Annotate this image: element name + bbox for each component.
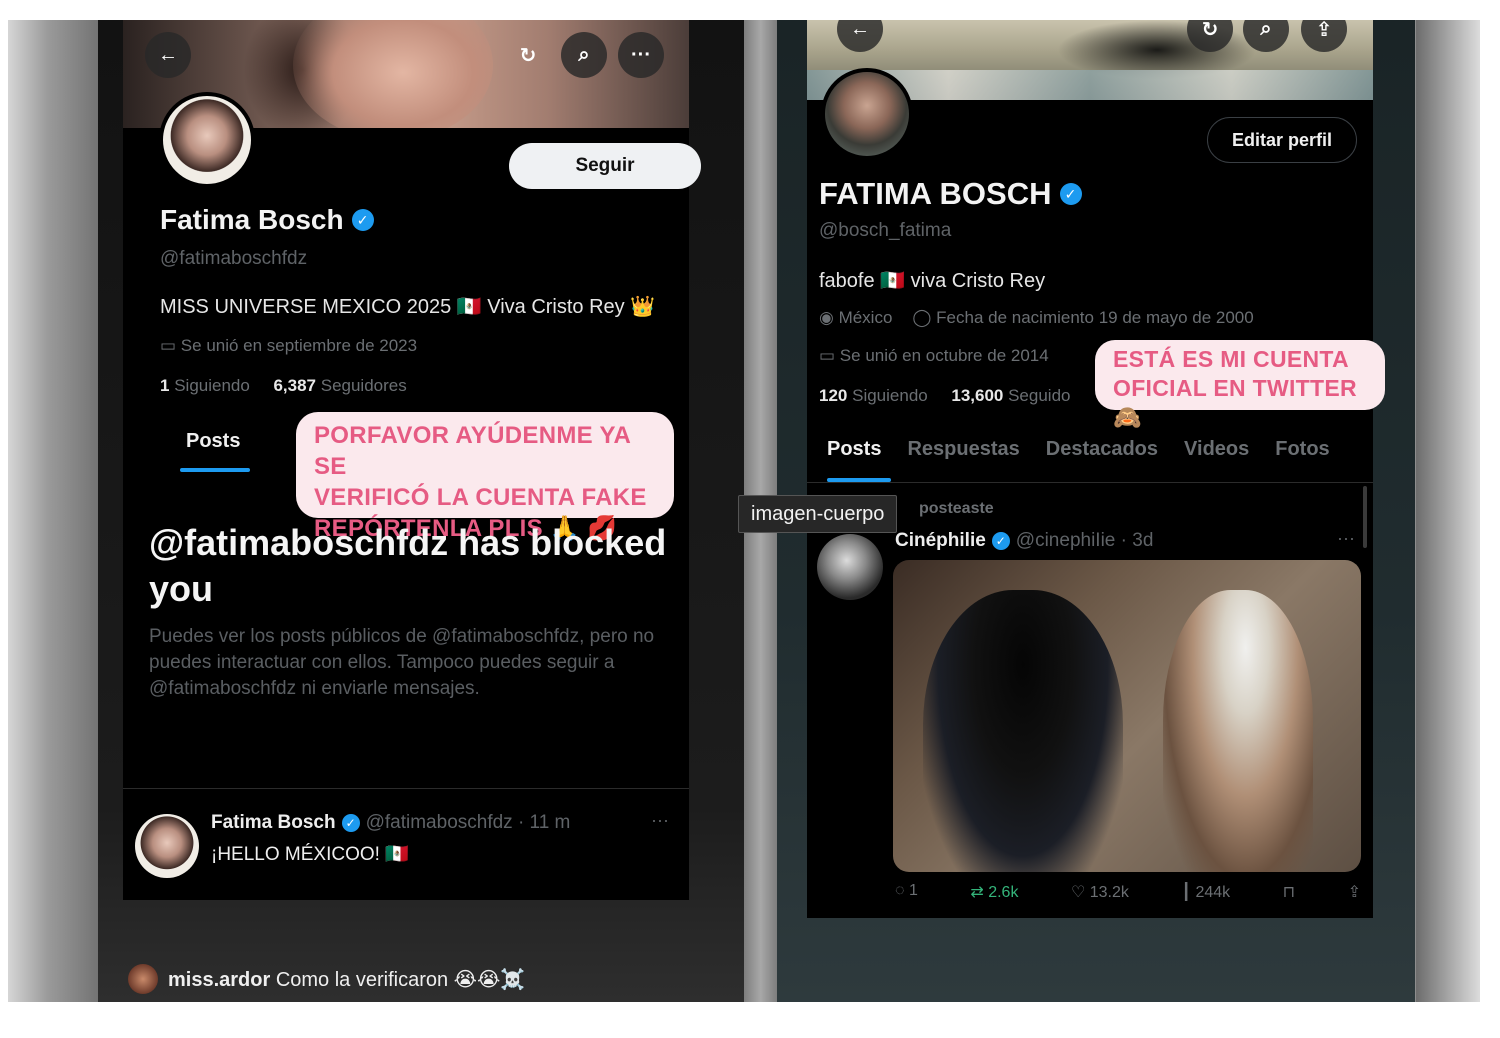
more-options-icon[interactable]: ··· bbox=[618, 32, 664, 78]
instagram-comment: miss.ardor Como la verificaron 😭😭☠️ bbox=[128, 964, 525, 994]
page: ← ↻ ⌕ ··· Seguir Fatima Bosch ✓ @fatimab… bbox=[0, 0, 1500, 1038]
post-text: ¡HELLO MÉXICOO! 🇲🇽 bbox=[211, 844, 409, 865]
instagram-text-sticker: ESTÁ ES MI CUENTA OFICIAL EN TWITTER 🙈 bbox=[1095, 340, 1385, 430]
post-header: Fatima Bosch ✓ @fatimaboschfdz · 11 m bbox=[211, 812, 570, 834]
tab-posts[interactable]: Posts bbox=[827, 438, 881, 461]
post-meta: @fatimaboschfdz · 11 m bbox=[365, 812, 571, 833]
tab-highlights[interactable]: Destacados bbox=[1046, 438, 1158, 461]
repost-count: 2.6k bbox=[988, 884, 1019, 901]
profile-name-text: FATIMA BOSCH bbox=[819, 176, 1052, 211]
location-text: México bbox=[838, 308, 893, 327]
sticker-line: OFICIAL EN TWITTER 🙈 bbox=[1113, 375, 1357, 430]
calendar-icon: ▭ bbox=[819, 346, 840, 365]
follow-button[interactable]: Seguir bbox=[509, 143, 701, 189]
reply-action[interactable]: ◌ 1 bbox=[895, 882, 918, 902]
tweet-image[interactable] bbox=[893, 560, 1361, 872]
follow-stats: 1 Siguiendo 6,387 Seguidores bbox=[160, 376, 407, 396]
tweet-author[interactable]: Cinéphilie bbox=[895, 530, 986, 552]
tweet-avatar[interactable] bbox=[817, 534, 883, 600]
like-action[interactable]: ♡ 13.2k bbox=[1071, 882, 1129, 902]
heart-icon: ♡ bbox=[1070, 884, 1090, 901]
share-icon[interactable]: ⇪ bbox=[1348, 882, 1361, 902]
blocked-description: Puedes ver los posts públicos de @fatima… bbox=[149, 626, 655, 699]
post-author[interactable]: Fatima Bosch bbox=[211, 812, 336, 834]
profile-panel: ← ↻ ⌕ ⇪ Editar perfil FATIMA BOSCH ✓ @bo… bbox=[807, 20, 1385, 918]
tab-replies[interactable]: Respuestas bbox=[907, 438, 1019, 461]
refresh-icon[interactable]: ↻ bbox=[505, 32, 551, 78]
birth-date-text: Fecha de nacimiento 19 de mayo de 2000 bbox=[936, 308, 1254, 327]
following-count: 120 bbox=[819, 386, 848, 405]
tweet-more-icon[interactable]: ··· bbox=[1337, 528, 1355, 549]
profile-meta: ◉ México ◯ Fecha de nacimiento 19 de may… bbox=[819, 308, 1254, 328]
location-pin-icon: ◉ bbox=[819, 308, 839, 327]
verified-badge-icon: ✓ bbox=[1059, 183, 1082, 205]
profile-name: FATIMA BOSCH ✓ bbox=[819, 176, 1082, 212]
comment-user[interactable]: miss.ardor bbox=[168, 969, 270, 991]
tweet-header: Cinéphilie ✓ @cinephiIie · 3d bbox=[895, 530, 1153, 552]
profile-handle: @bosch_fatima bbox=[819, 220, 952, 241]
blocked-title: @fatimaboschfdz has blocked you bbox=[149, 522, 667, 609]
bookmark-icon[interactable]: ⊓ bbox=[1283, 882, 1295, 902]
post-more-icon[interactable]: ··· bbox=[651, 810, 669, 831]
search-icon[interactable]: ⌕ bbox=[561, 32, 607, 78]
followers-count: 6,387 bbox=[273, 376, 316, 395]
comment-text: Como la verificaron 😭😭☠️ bbox=[275, 968, 526, 991]
instagram-text-sticker: PORFAVOR AYÚDENME YA SE VERIFICÓ LA CUEN… bbox=[296, 412, 674, 542]
sticker-line: ESTÁ ES MI CUENTA bbox=[1113, 346, 1349, 372]
balloon-icon: ◯ bbox=[912, 308, 937, 327]
tweet-actions: ◌ 1 ⇄ 2.6k ♡ 13.2k ┃ 244k ⊓ ⇪ bbox=[895, 882, 1361, 902]
sticker-line: VERIFICÓ LA CUENTA FAKE bbox=[314, 484, 647, 511]
sticker-line: PORFAVOR AYÚDENME YA SE bbox=[314, 422, 631, 480]
avatar[interactable] bbox=[159, 92, 255, 188]
following-count: 1 bbox=[160, 376, 170, 395]
reply-count: 1 bbox=[908, 882, 918, 899]
following-label[interactable]: Siguiendo bbox=[174, 376, 250, 395]
tab-active-indicator bbox=[180, 468, 250, 472]
profile-bio: fabofe 🇲🇽 viva Cristo Rey bbox=[819, 270, 1046, 292]
profile-panel: Seguir Fatima Bosch ✓ @fatimaboschfdz MI… bbox=[123, 92, 701, 900]
followers-label[interactable]: Seguidores bbox=[321, 376, 407, 395]
joined-date-text: Se unió en septiembre de 2023 bbox=[180, 336, 418, 355]
followers-count: 13,600 bbox=[951, 386, 1004, 405]
tab-posts[interactable]: Posts bbox=[186, 430, 240, 453]
edit-profile-button[interactable]: Editar perfil bbox=[1207, 117, 1357, 163]
divider bbox=[807, 482, 1373, 483]
profile-bio: MISS UNIVERSE MEXICO 2025 🇲🇽 Viva Cristo… bbox=[160, 296, 656, 318]
reply-icon: ◌ bbox=[895, 882, 909, 899]
views-count: 244k bbox=[1195, 884, 1231, 901]
followers-label[interactable]: Seguido bbox=[1008, 386, 1070, 405]
profile-tabs: Posts Respuestas Destacados Videos Fotos bbox=[827, 438, 1330, 461]
tab-photos[interactable]: Fotos bbox=[1275, 438, 1329, 461]
left-screenshot: ← ↻ ⌕ ··· Seguir Fatima Bosch ✓ @fatimab… bbox=[98, 20, 744, 1002]
follow-stats: 120 Siguiendo 13,600 Seguido bbox=[819, 386, 1070, 406]
image-tooltip: imagen-cuerpo bbox=[738, 495, 898, 533]
verified-badge-icon: ✓ bbox=[351, 209, 374, 231]
repost-label: posteaste bbox=[919, 500, 994, 517]
back-arrow-icon[interactable]: ← bbox=[145, 32, 191, 78]
bar-chart-icon: ┃ bbox=[1181, 884, 1196, 901]
commenter-avatar[interactable] bbox=[128, 964, 158, 994]
joined-date: ▭ Se unió en septiembre de 2023 bbox=[160, 336, 417, 356]
repost-icon: ⇄ bbox=[970, 884, 989, 901]
profile-name-text: Fatima Bosch bbox=[160, 204, 344, 235]
tab-videos[interactable]: Videos bbox=[1184, 438, 1249, 461]
verified-badge-icon: ✓ bbox=[341, 814, 360, 832]
like-count: 13.2k bbox=[1089, 884, 1129, 901]
verified-badge-icon: ✓ bbox=[991, 532, 1010, 550]
profile-name: Fatima Bosch ✓ bbox=[160, 204, 374, 236]
joined-date-text: Se unió en octubre de 2014 bbox=[839, 346, 1049, 365]
tweet-meta: @cinephiIie · 3d bbox=[1015, 530, 1154, 551]
following-label[interactable]: Siguiendo bbox=[852, 386, 928, 405]
calendar-icon: ▭ bbox=[160, 336, 181, 355]
scrollbar[interactable] bbox=[1363, 486, 1367, 548]
views-action[interactable]: ┃ 244k bbox=[1181, 882, 1230, 902]
divider bbox=[123, 788, 689, 789]
profile-handle: @fatimaboschfdz bbox=[160, 248, 308, 269]
repost-action[interactable]: ⇄ 2.6k bbox=[970, 882, 1018, 902]
post-avatar[interactable] bbox=[135, 814, 199, 878]
joined-date: ▭ Se unió en octubre de 2014 bbox=[819, 346, 1049, 366]
avatar[interactable] bbox=[821, 68, 913, 160]
